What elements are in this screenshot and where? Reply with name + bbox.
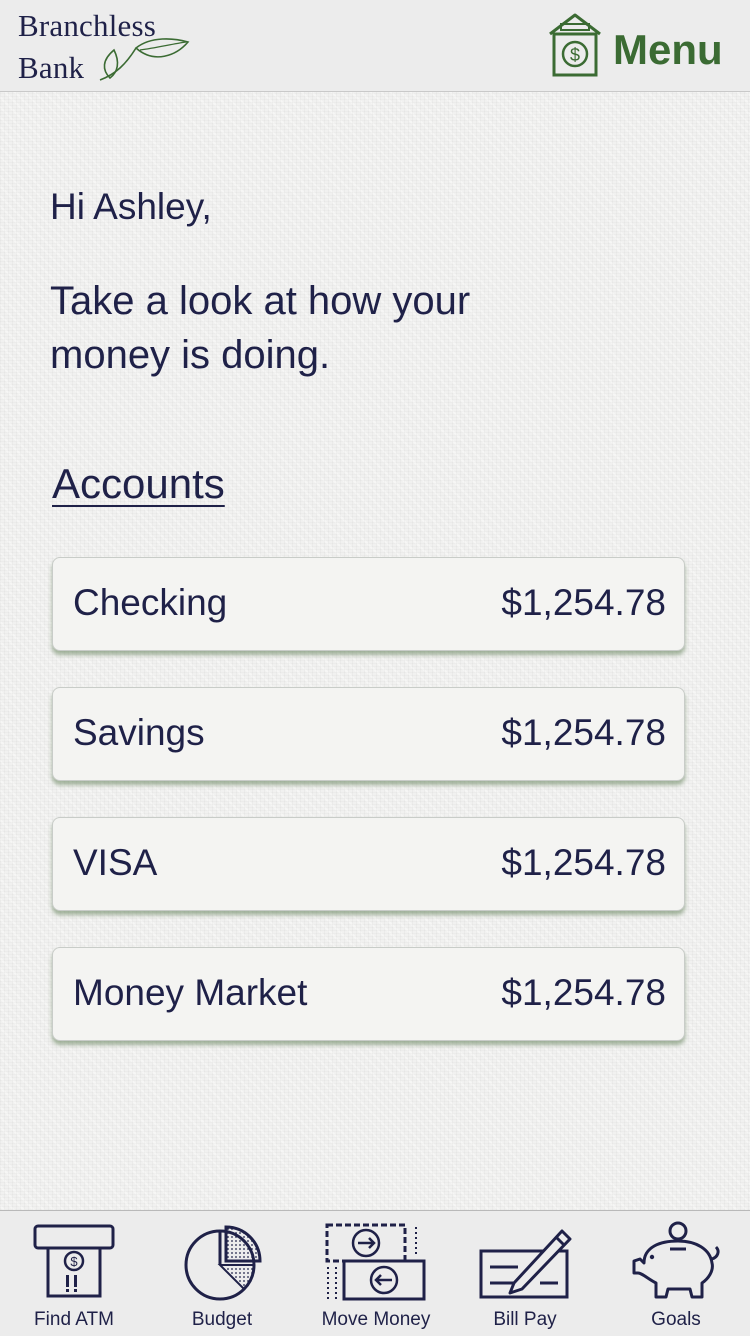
account-card-money-market[interactable]: Money Market $1,254.78 xyxy=(52,947,685,1041)
tab-budget[interactable]: Budget xyxy=(164,1211,280,1336)
tab-bill-pay[interactable]: Bill Pay xyxy=(470,1211,580,1336)
greeting-text: Hi Ashley, xyxy=(50,186,212,227)
tab-goals[interactable]: Goals xyxy=(618,1211,734,1336)
piggy-bank-icon xyxy=(632,1221,720,1299)
tab-find-atm[interactable]: $ Find ATM xyxy=(16,1211,132,1336)
app-header: Branchless Bank $ Menu xyxy=(0,0,750,92)
account-name: Savings xyxy=(73,712,205,753)
tab-label: Budget xyxy=(191,1309,253,1330)
pie-chart-icon xyxy=(184,1225,262,1301)
check-pen-icon xyxy=(479,1229,572,1299)
account-balance: $1,254.78 xyxy=(501,842,666,883)
tab-label: Move Money xyxy=(321,1309,431,1330)
tab-label: Bill Pay xyxy=(493,1309,557,1330)
logo-text-line2: Bank xyxy=(18,50,85,85)
account-name: Checking xyxy=(73,582,228,623)
leaf-icon xyxy=(99,38,190,81)
svg-text:$: $ xyxy=(70,1254,78,1269)
svg-text:$: $ xyxy=(570,45,580,65)
tab-label: Find ATM xyxy=(34,1309,114,1330)
transfer-icon xyxy=(325,1223,426,1301)
menu-label: Menu xyxy=(613,26,723,73)
atm-icon: $ xyxy=(33,1224,115,1298)
account-card-visa[interactable]: VISA $1,254.78 xyxy=(52,817,685,911)
menu-button[interactable]: $ Menu xyxy=(547,12,732,80)
tab-label: Goals xyxy=(651,1309,701,1330)
account-balance: $1,254.78 xyxy=(501,582,666,623)
account-balance: $1,254.78 xyxy=(501,972,666,1013)
account-name: Money Market xyxy=(73,972,308,1013)
account-card-savings[interactable]: Savings $1,254.78 xyxy=(52,687,685,781)
account-balance: $1,254.78 xyxy=(501,712,666,753)
branchless-bank-logo[interactable]: Branchless Bank xyxy=(18,8,198,86)
intro-text: Take a look at how your money is doing. xyxy=(50,274,610,382)
account-card-checking[interactable]: Checking $1,254.78 xyxy=(52,557,685,651)
intro-line-2: money is doing. xyxy=(50,333,331,377)
tab-move-money[interactable]: Move Money xyxy=(310,1211,442,1336)
accounts-heading-link[interactable]: Accounts xyxy=(52,460,225,508)
bottom-tab-bar: $ Find ATM Budget Move Money Bill Pay Go… xyxy=(0,1210,750,1336)
house-dollar-icon: $ xyxy=(549,13,601,77)
intro-line-1: Take a look at how your xyxy=(50,279,471,323)
account-name: VISA xyxy=(73,842,158,883)
